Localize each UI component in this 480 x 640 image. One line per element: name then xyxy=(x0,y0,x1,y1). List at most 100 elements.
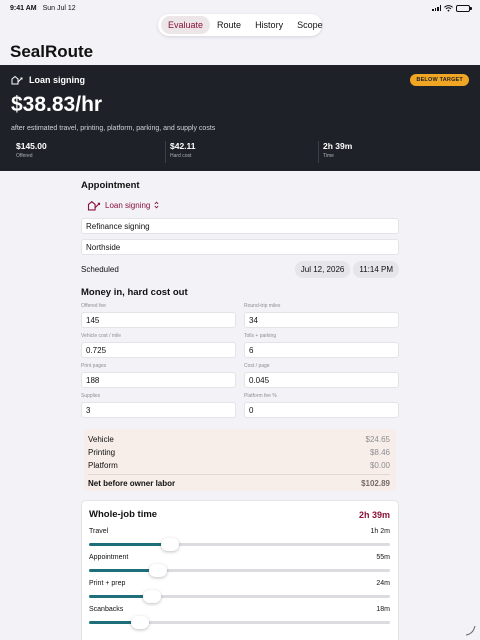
time-slider-appointment: Appointment 55m xyxy=(89,554,390,577)
stat-value: $145.00 xyxy=(16,141,47,151)
rate-summary-panel: Loan signing BELOW TARGET $38.83/hr afte… xyxy=(0,65,480,171)
wifi-icon xyxy=(444,4,453,11)
time-card-heading: Whole-job time xyxy=(89,509,158,520)
hourly-rate: $38.83/hr xyxy=(11,93,103,116)
whole-job-time-card: Whole-job time 2h 39m Travel 1h 2m Appoint… xyxy=(81,500,399,640)
stat-label: Offered xyxy=(16,153,33,159)
cost-label: Platform xyxy=(88,461,118,470)
cost-per-page-input[interactable]: 0.045 xyxy=(244,372,399,388)
evaluate-form: Appointment Loan signing Refinance signi… xyxy=(81,171,399,418)
slider-thumb[interactable] xyxy=(131,616,150,629)
slider-value: 1h 2m xyxy=(370,528,390,535)
net-label: Net before owner labor xyxy=(88,479,176,488)
stat-value: $42.11 xyxy=(170,141,196,151)
tab-scope[interactable]: Scope xyxy=(290,16,330,34)
appointment-location-input[interactable]: Northside xyxy=(81,239,399,255)
field-label: Offered fee xyxy=(81,303,106,309)
field-label: Print pages xyxy=(81,363,107,369)
time-slider-print-prep: Print + prep 24m xyxy=(89,580,390,603)
cost-inputs-grid: Offered fee 145 Round-trip miles 34 Vehi… xyxy=(81,303,399,418)
slider-thumb[interactable] xyxy=(143,590,162,603)
platform-fee-input[interactable]: 0 xyxy=(244,402,399,418)
offered-fee-group: Offered fee 145 xyxy=(81,303,236,328)
cellular-signal-icon xyxy=(432,5,441,11)
slider-thumb[interactable] xyxy=(161,538,180,551)
supplies-group: Supplies 3 xyxy=(81,393,236,418)
stat-label: Hard cost xyxy=(170,153,192,159)
slider-value: 55m xyxy=(376,554,390,561)
offered-fee-input[interactable]: 145 xyxy=(81,312,236,328)
hero-stats: $145.00 Offered $42.11 Hard cost 2h 39m … xyxy=(0,141,480,163)
house-chart-icon xyxy=(11,75,23,85)
scheduled-row: Scheduled Jul 12, 2026 11:14 PM xyxy=(81,260,399,278)
stat-offered: $145.00 Offered xyxy=(0,141,165,163)
cost-breakdown: Vehicle $24.65 Printing $8.46 Platform $… xyxy=(84,429,396,491)
net-value: $102.89 xyxy=(361,479,390,488)
print-pages-group: Print pages 188 xyxy=(81,363,236,388)
time-slider-travel: Travel 1h 2m xyxy=(89,528,390,551)
slider-track[interactable] xyxy=(89,538,390,551)
vehicle-cost-group: Vehicle cost / mile 0.725 xyxy=(81,333,236,358)
slider-labels: Appointment 55m xyxy=(89,554,390,561)
cost-value: $0.00 xyxy=(369,461,390,470)
status-icons xyxy=(432,4,472,12)
platform-fee-group: Platform fee % 0 xyxy=(244,393,399,418)
cost-value: $24.65 xyxy=(365,435,390,444)
tab-route[interactable]: Route xyxy=(210,16,248,34)
slider-labels: Print + prep 24m xyxy=(89,580,390,587)
cost-label: Vehicle xyxy=(88,435,114,444)
cost-per-page-group: Cost / page 0.045 xyxy=(244,363,399,388)
scheduled-label: Scheduled xyxy=(81,264,119,274)
slider-label: Scanbacks xyxy=(89,606,124,613)
job-type-label: Loan signing xyxy=(29,75,85,85)
cost-row-vehicle: Vehicle $24.65 xyxy=(88,433,390,446)
field-label: Platform fee % xyxy=(244,393,277,399)
resize-handle-icon[interactable] xyxy=(464,624,476,636)
cost-row-platform: Platform $0.00 xyxy=(88,459,390,472)
cost-label: Printing xyxy=(88,448,116,457)
house-chart-icon xyxy=(87,200,101,210)
job-type-row: Loan signing xyxy=(11,75,85,85)
cost-row-printing: Printing $8.46 xyxy=(88,446,390,459)
slider-label: Print + prep xyxy=(89,580,126,587)
stat-time: 2h 39m Time xyxy=(318,141,471,163)
cost-value: $8.46 xyxy=(369,448,390,457)
status-time: 9:41 AM xyxy=(10,4,37,12)
vehicle-cost-input[interactable]: 0.725 xyxy=(81,342,236,358)
slider-track[interactable] xyxy=(89,564,390,577)
chevron-up-down-icon xyxy=(154,201,159,209)
supplies-input[interactable]: 3 xyxy=(81,402,236,418)
slider-track[interactable] xyxy=(89,616,390,629)
field-label: Tolls + parking xyxy=(244,333,277,339)
time-card-total: 2h 39m xyxy=(358,509,390,520)
round-trip-miles-input[interactable]: 34 xyxy=(244,312,399,328)
slider-fill xyxy=(89,569,159,572)
appointment-heading: Appointment xyxy=(81,180,140,191)
time-card-header: Whole-job time 2h 39m xyxy=(89,509,390,520)
print-pages-input[interactable]: 188 xyxy=(81,372,236,388)
slider-thumb[interactable] xyxy=(149,564,168,577)
tolls-parking-group: Tolls + parking 6 xyxy=(244,333,399,358)
battery-icon xyxy=(456,4,472,12)
time-picker[interactable]: 11:14 PM xyxy=(353,260,399,278)
stat-value: 2h 39m xyxy=(323,141,353,151)
slider-track[interactable] xyxy=(89,590,390,603)
round-trip-miles-group: Round-trip miles 34 xyxy=(244,303,399,328)
job-type-picker[interactable]: Loan signing xyxy=(87,197,399,213)
rate-subtitle: after estimated travel, printing, platfo… xyxy=(11,125,216,132)
stat-hard-cost: $42.11 Hard cost xyxy=(165,141,318,163)
field-label: Supplies xyxy=(81,393,101,399)
job-type-picker-label: Loan signing xyxy=(105,200,151,210)
field-label: Round-trip miles xyxy=(244,303,281,309)
tolls-parking-input[interactable]: 6 xyxy=(244,342,399,358)
tab-evaluate[interactable]: Evaluate xyxy=(161,16,211,34)
appointment-title-input[interactable]: Refinance signing xyxy=(81,218,399,234)
date-picker[interactable]: Jul 12, 2026 xyxy=(294,260,351,278)
status-date: Sun Jul 12 xyxy=(42,4,76,12)
app-title: SealRoute xyxy=(10,42,94,61)
tab-history[interactable]: History xyxy=(248,16,290,34)
slider-value: 18m xyxy=(376,606,390,613)
stat-label: Time xyxy=(323,153,334,159)
top-tab-bar: Evaluate Route History Scope xyxy=(158,14,323,36)
field-label: Cost / page xyxy=(244,363,270,369)
